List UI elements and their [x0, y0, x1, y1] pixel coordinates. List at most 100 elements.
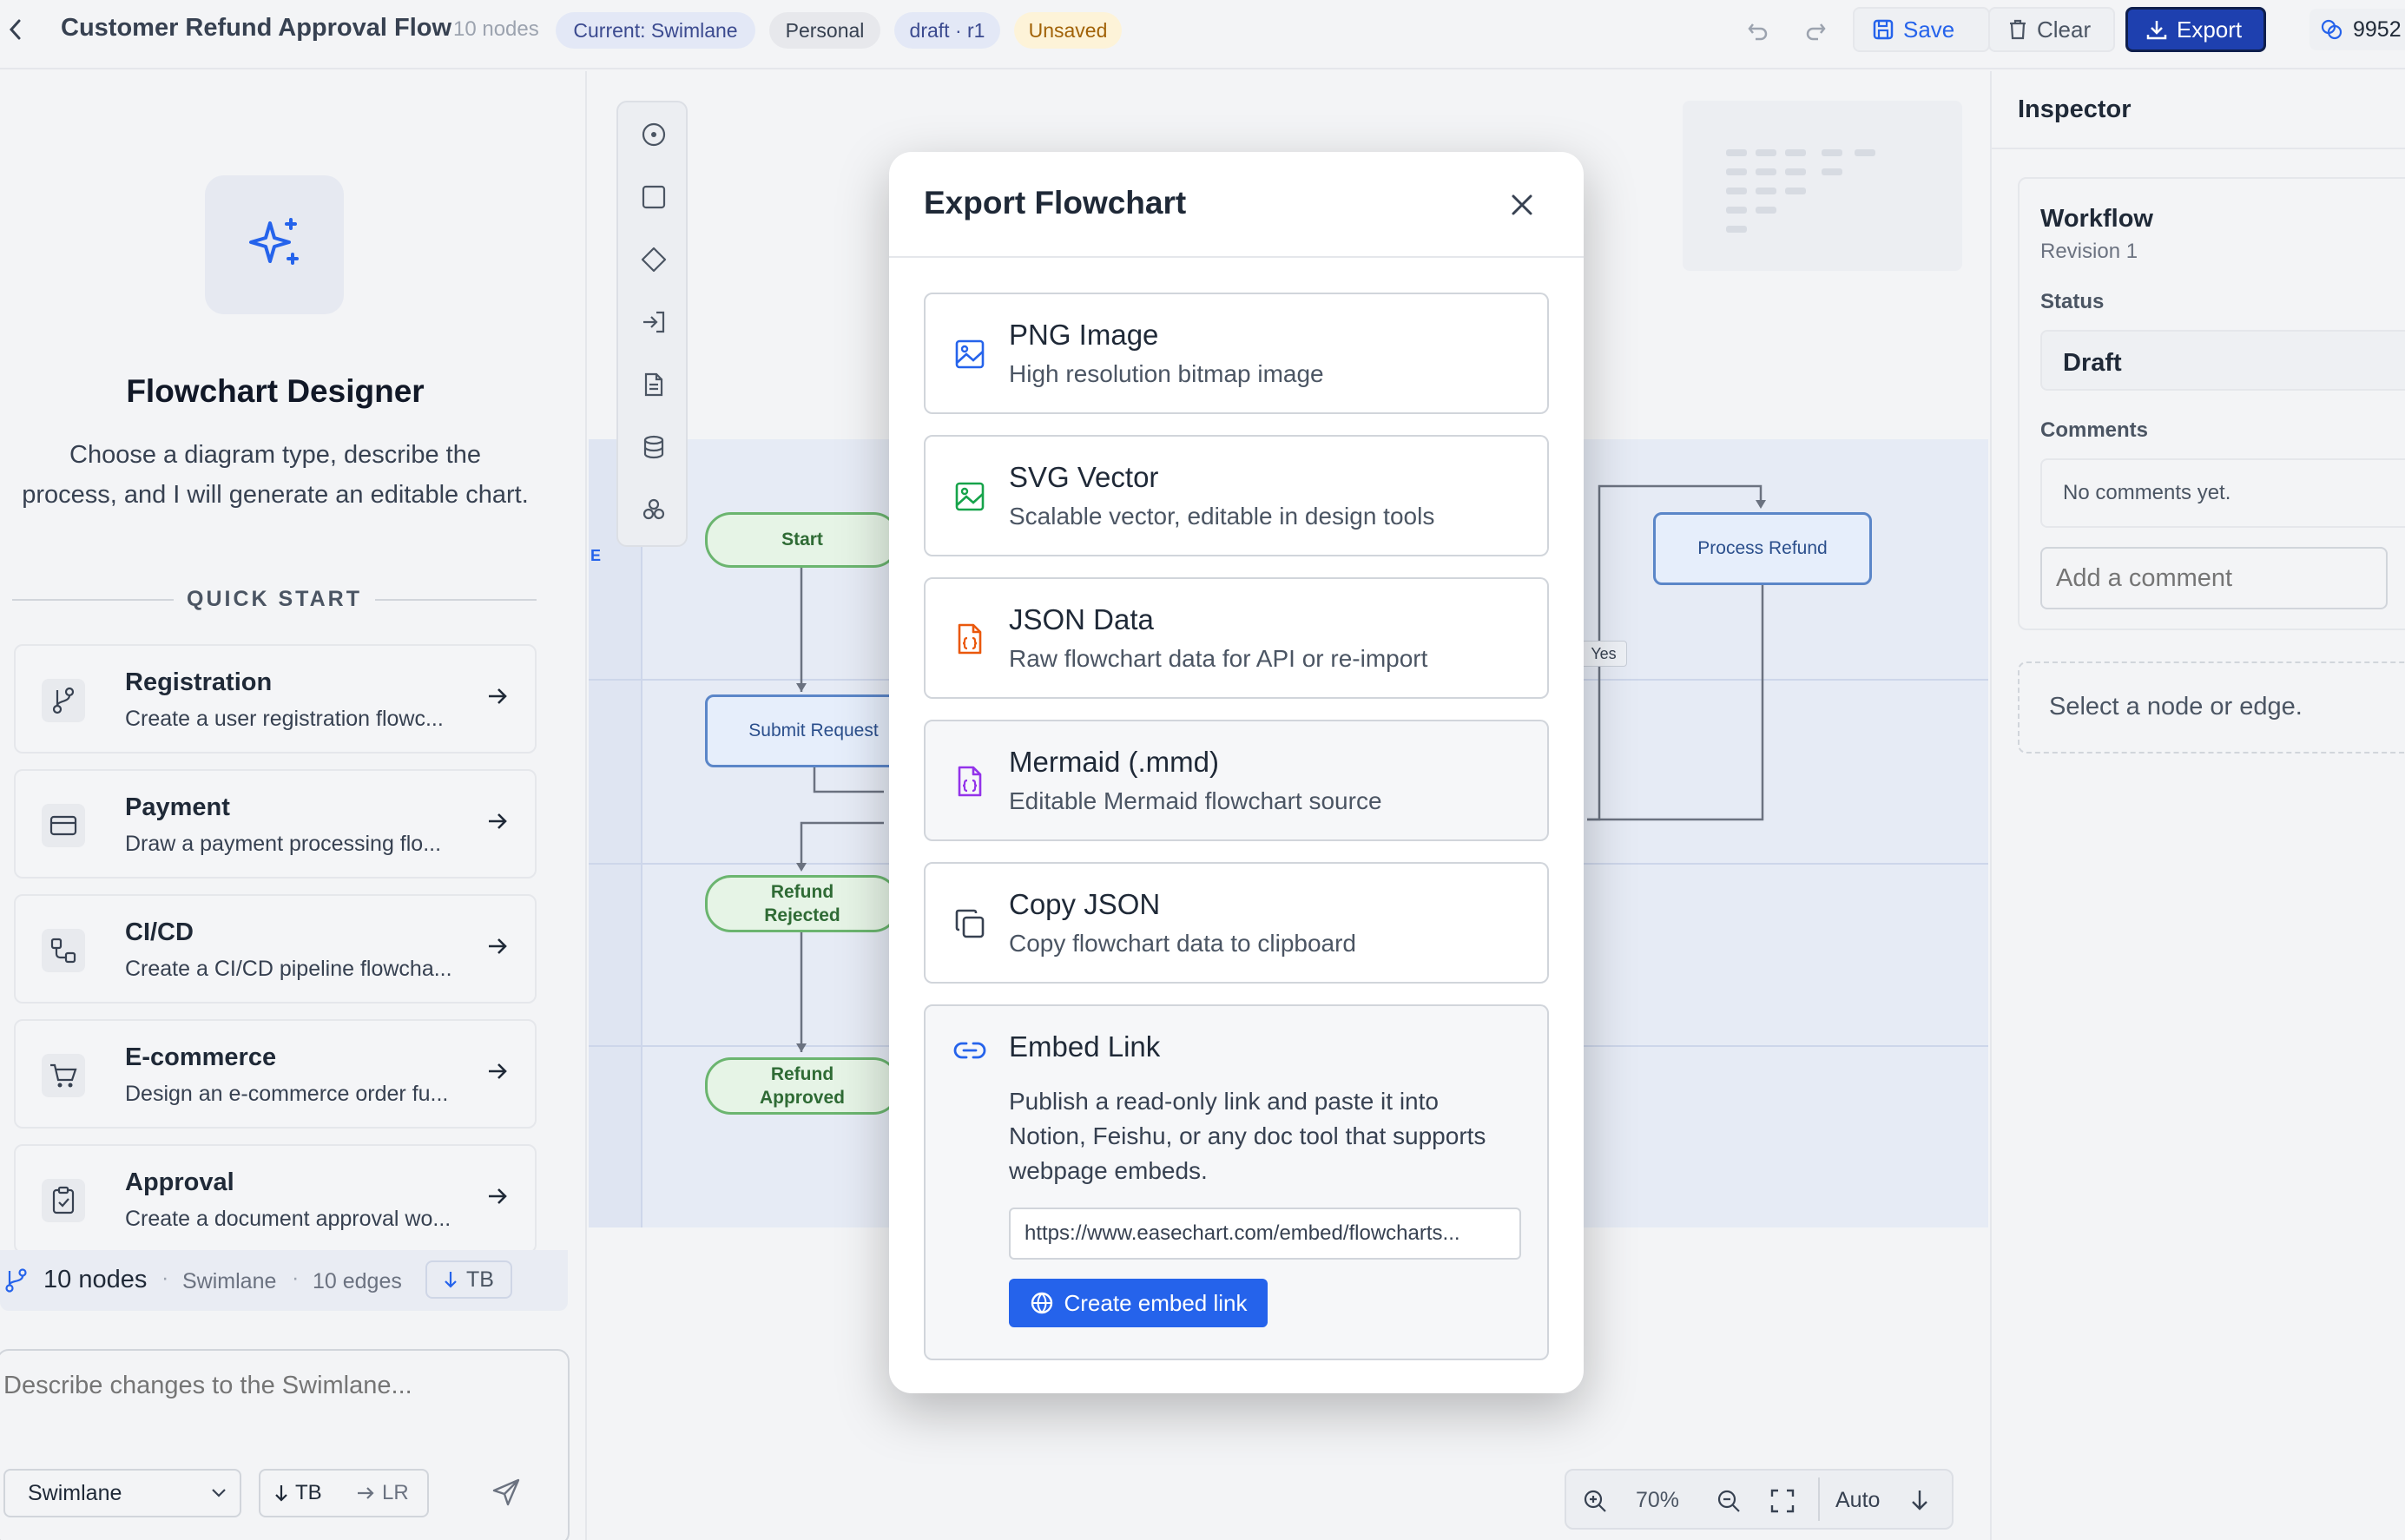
circle-node-icon[interactable] — [641, 122, 667, 148]
option-desc: Editable Mermaid flowchart source — [1009, 787, 1382, 814]
diagram-type-select[interactable]: Swimlane — [3, 1469, 241, 1517]
database-node-icon[interactable] — [641, 434, 667, 460]
node-label: Start — [781, 530, 823, 550]
draft-chip: draft · r1 — [894, 12, 1000, 49]
arrow-down-icon[interactable] — [1910, 1488, 1929, 1512]
modal-title: Export Flowchart — [924, 185, 1187, 220]
copy-json-option[interactable]: Copy JSON Copy flowchart data to clipboa… — [924, 862, 1549, 984]
workflow-revision: Revision 1 — [2040, 240, 2138, 263]
node-process-refund[interactable]: Process Refund — [1653, 512, 1872, 585]
template-title: E-commerce — [125, 1043, 277, 1071]
embed-title: Embed Link — [1009, 1030, 1161, 1063]
template-title: CI/CD — [125, 918, 194, 946]
export-svg-option[interactable]: SVG Vector Scalable vector, editable in … — [924, 435, 1549, 556]
direction-label: TB — [466, 1267, 494, 1292]
zoom-level: 70% — [1636, 1488, 1680, 1512]
option-title: JSON Data — [1009, 603, 1154, 635]
branch-icon — [3, 1267, 30, 1293]
workflow-card: Workflow Revision 1 Status Draft Comment… — [2018, 177, 2405, 630]
zoom-in-icon[interactable] — [1582, 1488, 1608, 1514]
prompt-input[interactable] — [3, 1372, 542, 1450]
export-button[interactable]: Export — [2125, 7, 2266, 52]
node-count: 10 nodes — [453, 17, 539, 41]
clear-button[interactable]: Clear — [1988, 7, 2115, 52]
modal-divider — [889, 256, 1584, 258]
separator: · — [292, 1266, 300, 1290]
node-label: Process Refund — [1697, 538, 1828, 558]
template-card-payment[interactable]: Payment Draw a payment processing flo... — [14, 769, 537, 879]
close-icon[interactable] — [1509, 192, 1535, 218]
layout-mode[interactable]: Auto — [1835, 1488, 1880, 1513]
minimap-preview — [1726, 149, 1875, 233]
chevron-down-icon — [210, 1487, 227, 1499]
status-select[interactable]: Draft — [2040, 330, 2405, 391]
send-icon[interactable] — [491, 1477, 521, 1507]
input-node-icon[interactable] — [641, 309, 667, 335]
current-type-chip[interactable]: Current: Swimlane — [556, 12, 755, 49]
add-comment-input[interactable] — [2040, 547, 2388, 609]
sparkles-icon — [205, 175, 344, 314]
edge-label-yes[interactable]: Yes — [1580, 641, 1627, 667]
save-icon — [1872, 18, 1894, 41]
fit-view-icon[interactable] — [1769, 1488, 1796, 1514]
direction-lr-option[interactable]: LR — [356, 1481, 409, 1505]
export-json-option[interactable]: JSON Data Raw flowchart data for API or … — [924, 577, 1549, 699]
option-desc: Scalable vector, editable in design tool… — [1009, 503, 1435, 530]
create-embed-label: Create embed link — [1064, 1289, 1248, 1316]
template-card-cicd[interactable]: CI/CD Create a CI/CD pipeline flowcha... — [14, 894, 537, 1004]
arrow-right-icon — [486, 936, 509, 957]
status-nodes: 10 nodes — [43, 1266, 148, 1293]
link-icon — [952, 1032, 988, 1069]
back-icon[interactable] — [5, 17, 26, 42]
save-label: Save — [1903, 16, 1955, 43]
zoom-out-icon[interactable] — [1716, 1488, 1742, 1514]
arrow-right-icon — [486, 1186, 509, 1207]
clear-label: Clear — [2037, 16, 2092, 43]
arrow-down-icon — [444, 1270, 458, 1289]
credit-card-icon — [42, 804, 85, 847]
template-card-approval[interactable]: Approval Create a document approval wo..… — [14, 1144, 537, 1254]
coins-icon — [2320, 18, 2344, 41]
image-icon — [952, 478, 988, 515]
rectangle-node-icon[interactable] — [641, 184, 667, 210]
zoom-divider — [1818, 1477, 1820, 1521]
unsaved-badge: Unsaved — [1014, 12, 1122, 49]
assistant-panel: Flowchart Designer Choose a diagram type… — [0, 71, 587, 1540]
direction-badge[interactable]: TB — [425, 1260, 512, 1299]
flow-title[interactable]: Customer Refund Approval Flow — [61, 14, 451, 43]
diamond-node-icon[interactable] — [641, 247, 667, 273]
node-label: Submit Request — [748, 721, 879, 740]
undo-icon[interactable] — [1745, 17, 1771, 43]
direction-tb-option[interactable]: TB — [274, 1481, 322, 1505]
comments-label: Comments — [2040, 418, 2149, 442]
node-refund-approved[interactable]: Refund Approved — [705, 1057, 899, 1115]
minimap[interactable] — [1683, 101, 1962, 271]
credits-value: 9952 — [2353, 16, 2402, 42]
node-label-line: Approved — [759, 1088, 845, 1108]
embed-url-field[interactable] — [1009, 1208, 1521, 1260]
hero-title: Flowchart Designer — [126, 373, 425, 409]
direction-toggle: TB LR — [259, 1469, 429, 1517]
option-desc: Raw flowchart data for API or re-import — [1009, 645, 1428, 672]
pipeline-icon — [42, 929, 85, 972]
document-node-icon[interactable] — [641, 372, 667, 398]
create-embed-link-button[interactable]: Create embed link — [1009, 1279, 1268, 1327]
hero-desc-2: process, and I will generate an editable… — [22, 481, 529, 509]
export-mermaid-option[interactable]: Mermaid (.mmd) Editable Mermaid flowchar… — [924, 720, 1549, 841]
personal-chip[interactable]: Personal — [769, 12, 880, 49]
trash-icon — [2007, 18, 2028, 41]
save-button[interactable]: Save — [1853, 7, 1990, 52]
inspector-title: Inspector — [2018, 95, 2132, 123]
redo-icon[interactable] — [1802, 17, 1828, 43]
template-card-ecommerce[interactable]: E-commerce Design an e-commerce order fu… — [14, 1019, 537, 1129]
option-desc: High resolution bitmap image — [1009, 360, 1324, 387]
export-png-option[interactable]: PNG Image High resolution bitmap image — [924, 293, 1549, 414]
node-refund-rejected[interactable]: Refund Rejected — [705, 875, 899, 932]
template-card-registration[interactable]: Registration Create a user registration … — [14, 644, 537, 754]
group-node-icon[interactable] — [641, 497, 667, 523]
workflow-title: Workflow — [2040, 205, 2153, 233]
credits-indicator[interactable]: 9952 — [2309, 9, 2405, 50]
template-desc: Create a document approval wo... — [125, 1207, 451, 1231]
node-start[interactable]: Start — [705, 512, 899, 568]
divider-right — [375, 599, 537, 601]
